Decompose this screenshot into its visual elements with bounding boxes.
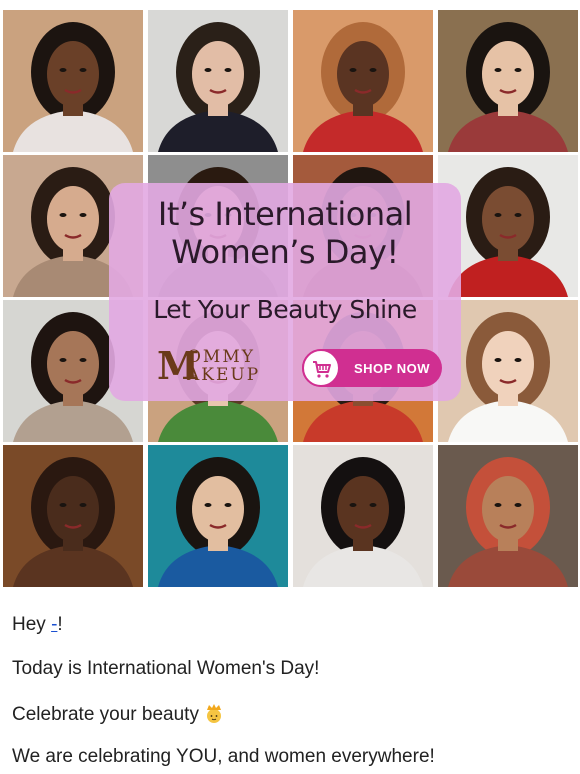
portrait-photo: [293, 10, 433, 152]
portrait-photo: [148, 10, 288, 152]
celebrate-line: Celebrate your beauty: [12, 702, 225, 726]
hero-banner[interactable]: It’s International Women’s Day! Let Your…: [0, 0, 580, 590]
headline-line-2: Women’s Day!: [171, 233, 399, 271]
portrait-photo: [3, 445, 143, 587]
brand-logo: M OMMY AKEUP: [157, 345, 267, 386]
promo-overlay: It’s International Women’s Day! Let Your…: [109, 183, 461, 401]
intro-line: Today is International Women's Day!: [12, 658, 320, 679]
portrait-photo: [438, 445, 578, 587]
princess-crown-emoji: [206, 704, 221, 723]
tagline: Let Your Beauty Shine: [153, 295, 417, 324]
logo-word-2: AKEUP: [187, 365, 261, 385]
shopping-cart-icon: [313, 361, 331, 378]
greeting: Hey -!: [12, 614, 63, 636]
shop-now-button[interactable]: SHOP NOW: [302, 349, 442, 387]
portrait-photo: [3, 10, 143, 152]
celebration-line: We are celebrating YOU, and women everyw…: [12, 746, 435, 767]
celebrate-text: Celebrate your beauty: [12, 704, 199, 725]
portrait-photo: [293, 445, 433, 587]
shop-now-label: SHOP NOW: [354, 361, 430, 376]
logo-word-1: OMMY: [187, 347, 255, 367]
cart-icon-badge: [302, 349, 340, 387]
portrait-photo: [438, 10, 578, 152]
greeting-prefix: Hey: [12, 614, 52, 635]
headline: It’s International Women’s Day!: [109, 195, 461, 271]
portrait-photo: [148, 445, 288, 587]
headline-line-1: It’s International: [157, 195, 413, 233]
greeting-suffix: !: [57, 614, 63, 635]
